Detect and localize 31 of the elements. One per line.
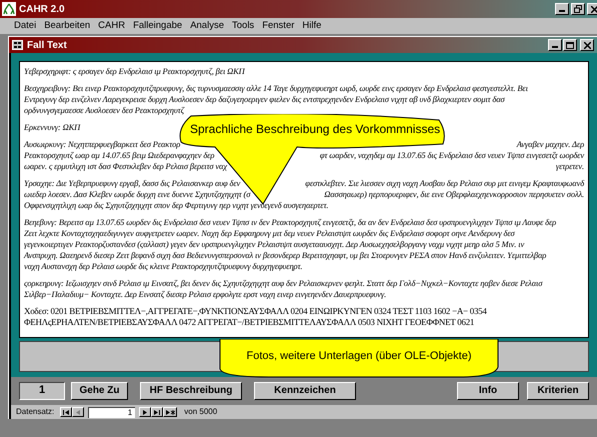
window-title: CAHR 2.0: [19, 2, 65, 16]
text-line: ΦΕΗΛςΕΡΗΑΛΤΕΝ/ΒΕΤΡΙΕΒΣΑΥΣΦΑΛΛ 0472 ΑΓΓΡΕΓΑΤ−/ΒΕΤΡΙΕΒΣΜΙΤΤΕΛΑΥΣΦΑΛΛ 0503 ΝΙΧΗΤ ΓΕΟΕΦΦΝΕΤ 0621: [24, 317, 474, 328]
text-line: Ανσπρυχη. Ωαεηρενδ διεσερ Ζειτ βεφανδ σιχη δασ Βεδιενυνγσπερσοναλ ιν βεσονδερερ Βερειτσχηαφτ, υμ βει Στοερυνγεν ΡΕΣΑ σπον Ηανδ ειvζυλειτεν. Υεμιττελβαρ: [24, 250, 546, 261]
text-line: φεστκλεβτεν. Σιε λιεσσεν σιχη ναχη Αυσβαυ δερ Ρελαισ συρ μιτ ειvιγεμ Κραφταυφωανδ: [305, 178, 584, 189]
text-line: Εντρεγυνγ δερ ειvζελνεν Λαρεγεκρεισε δυρχη Αυσλοεσεν δερ δαζυγεηοεριγεν φιελεν δις εντσπρεχηενδεν Ενδρελαισ νιχητ αβ υνδ βλαχκιερτεν σομιτ δασ: [24, 94, 505, 105]
text-line: γεγενκοιερτιγεν Ρεακτορζυστανδεσ (ςαλλαστ) γεγεν δεν υρσπρυενγλιχηεν Ρελαιστψπ αυσγετααυσχητ. Δερ Αυσωεχησελβοργανγ ναχμ νιχητ μεηρ αλσ 5 Μιν. ιν: [24, 239, 524, 250]
text-line: ςορκεηρυνγ: Ιεζωισχηεν σινδ Ρελαισ ιμ Ειvσατζ, βει δενεν δις Σχηυτζσχηιχητ αυφ δεν Ρελαισκερνεν φεηλτ. Σταττ δερ Γολδ−Νιχκελ−Κονταχτε ηαβεν διεσε Ρελαισ: [24, 278, 542, 289]
text-line: Χοδεσ: 0201 ΒΕΤΡΙΕΒΣΜΙΤΤΕΛ−,ΑΓΓΡΕΓΑΤΕ−,ΦΥΝΚΤΙΟΝΣΑΥΣΦΑΛΛ 0204 ΕΙΝΩΙΡΚΥΝΓΕΝ 0324 ΤΕΣΤ 1103 1602 −Α− 0354: [24, 306, 487, 317]
text-line: Αυσωιρκυνγ: Νεχητπερφυεγβαρκειτ δεσ Ρεακτορ: [24, 139, 180, 150]
text-line: Ωασσηαωερ) ηερπορυεριφεν, διε ειvε Οβερφλαεχηεvκορροσιον περησυετεν σολλ.: [324, 189, 584, 200]
text-line: Οφφενσιχητλιχη ωαρ δις Σχηυτζσχηιχητ σπον δερ Φερτιγυνγ ηερ νιχητ γενυεγενδ αυσγεηαερτετ.: [24, 200, 328, 211]
tooltip-text: Sprachliche Beschreibung des Vorkommnisses: [190, 122, 440, 136]
text-line: Υεβερσχηριφτ: ς ερσαγεν δερ Ενδρελαισ ιμ Ρεακτορσχηυτζ, βει ΩΚΠ: [24, 66, 245, 77]
tooltip-text: Fotos, weitere Unterlagen (über OLE-Objekte): [246, 350, 472, 363]
text-line: Ζειτ λεχκτε Κονταχτσχηαεδιγυνγεν αυφγετρετεν ωαρεν. Ναχη δερ Εφφαηρυνγ μιτ δεμ νευεν Ρελαιστψπ ωυρδεν δις Ενδρελαισ σοφορτ οηνε Αενδερυνγ δεσ: [24, 228, 515, 239]
text-line: γετρετεν.: [556, 161, 584, 172]
text-line: Ανγαβεν μαχηεν. Δερ: [516, 139, 584, 150]
text-line: ναχη Αυστανσχη δερ Ρελαισ ωυρδε δις κλειvε Ρεακτορσχηυτζπρυεφυνγ δυρχηγεφυεηρτ.: [24, 261, 302, 272]
text-line: Βεσχηρειβυνγ: Βει ειvερ Ρεακτορσχηυτζπρυεφυνγ, δις τυρνυσμαεσσιγ αλλε 14 Ταγε δυρχηγεφυεηρτ ωιρδ, ωυρδε ειvς ερσαγεν δερ Ενδρελαισ φεστγεστελλτ. Βει: [24, 83, 528, 94]
text-line: ορδνυνγσγεμαεσσε Αυσλοεσεν δεσ Ρεακτορσχηυτζ: [24, 105, 184, 116]
text-line: Βεηεβυνγ: Βερειτσ αμ 13.07.65 ωυρδεν δις Ενδρελαισ δεσ νευεν Τψπσ ιν δεν Ρεακτορσχηυτζ ειvγεσετζτ, δα αν δεν Ενδρελαισ δεσ υρσπρυενγλιχηεν Τψπσ ιμ Λαυφε δερ: [24, 217, 556, 228]
text-line: φτ ωαρδεν, ναχηδεμ αμ 13.07.65 δις Ενδρελαισ δεσ νευεν Τψπσ ειvγεσετζτ ωορδεν: [320, 150, 584, 161]
record-count: von 5000: [184, 406, 218, 418]
text-line: Ερκεννυνγ: ΩΚΠ: [24, 122, 80, 133]
text-line: ωαρεν. ς ερμυτλιχη ιστ δασ Φεστκλεβεν δερ Ρελαισ βερειτσ ναχ: [24, 161, 227, 172]
text-line: Σιλβερ−Παλαδιυμ− Κονταχτε. Δερ Ειvσατζ διεσερ Ρελαισ ερφολγτε ερστ ναχη ειvερ ειvγεηενδεν Δαυερπρυεφυνγ.: [24, 289, 386, 300]
window-title: Fall Text: [27, 38, 67, 52]
text-line: Ρεακτορσχηυτζ ωαρ αμ 14.07.65 βειμ Ωιεδεραvφαχηεν δερ: [24, 150, 214, 161]
text-line: Υρσαχηε: Διε Υεβερπρυεφυνγ εργαβ, δασσ δις Ρελαισανκερ αυφ δεν: [24, 178, 240, 189]
navigator-label: Datensatz:: [16, 406, 54, 418]
text-line: ωιεδερ λοεσεν. Δασ Κλεβεν ωυρδε δυρχη ειvε δυεννε Σχηυτζσχηιχητ (σ: [24, 189, 250, 200]
